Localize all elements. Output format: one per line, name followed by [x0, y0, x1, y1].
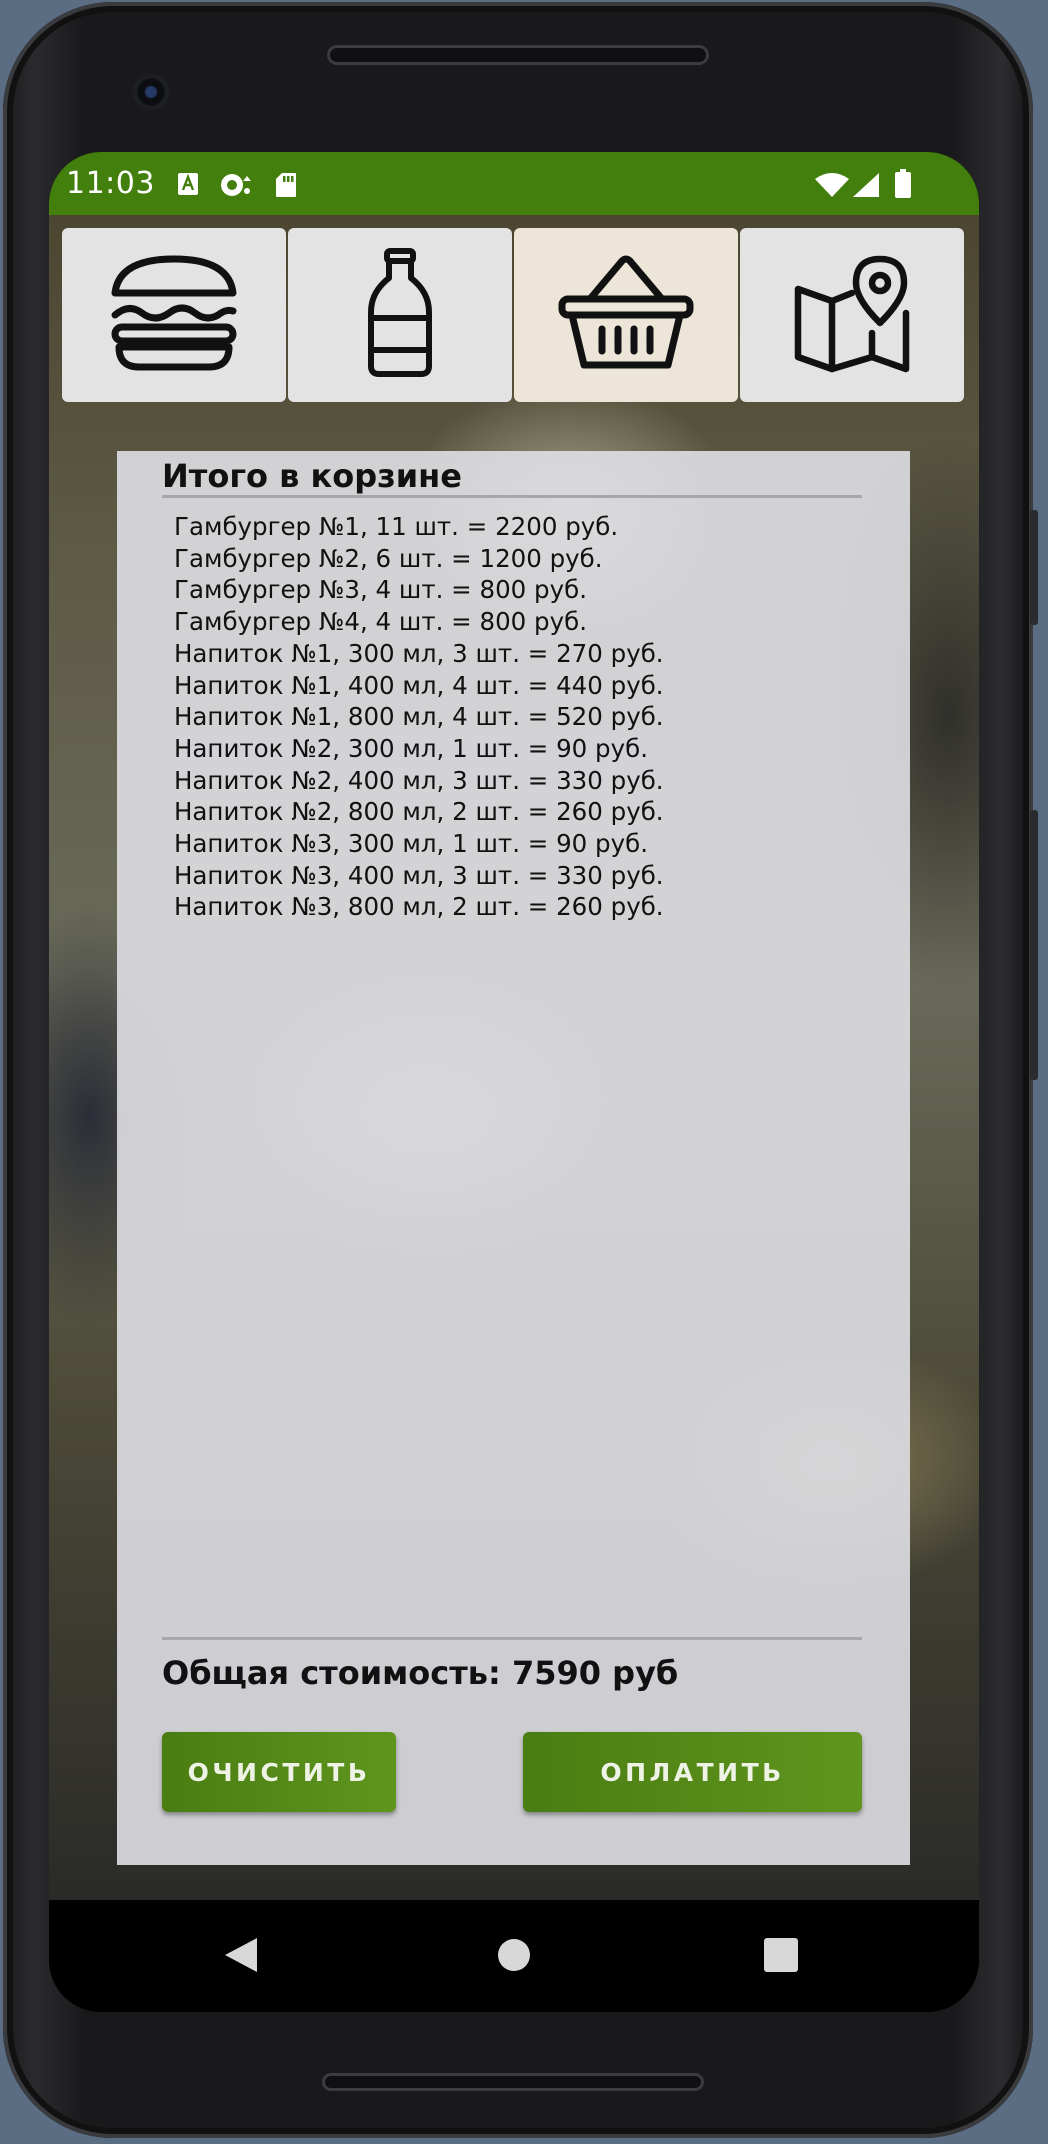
recents-icon[interactable]	[763, 1936, 799, 1978]
total-cost: Общая стоимость: 7590 руб	[162, 1654, 679, 1692]
burger-icon	[109, 253, 239, 377]
volume-button	[1030, 810, 1038, 1080]
wifi-icon	[814, 172, 850, 202]
bottle-icon	[365, 248, 435, 382]
cart-item: Напиток №3, 400 мл, 3 шт. = 330 руб.	[174, 860, 664, 890]
a-notification-icon	[177, 172, 199, 200]
cart-item: Напиток №2, 800 мл, 2 шт. = 260 руб.	[174, 797, 664, 827]
cart-item: Гамбургер №2, 6 шт. = 1200 руб.	[174, 543, 603, 573]
cart-item: Гамбургер №1, 11 шт. = 2200 руб.	[174, 512, 619, 541]
back-icon[interactable]	[223, 1936, 259, 1978]
earpiece-speaker	[327, 45, 709, 65]
basket-icon	[556, 253, 696, 377]
battery-icon	[894, 169, 912, 203]
tab-drinks[interactable]	[288, 228, 512, 402]
pay-button[interactable]: ОПЛАТИТЬ	[523, 1732, 862, 1812]
bottom-speaker	[322, 2073, 704, 2091]
total-divider	[162, 1637, 862, 1640]
sync-notification-icon	[219, 172, 253, 202]
tab-cart[interactable]	[514, 228, 738, 402]
title-divider	[162, 495, 862, 498]
tab-burgers[interactable]	[62, 228, 286, 402]
status-bar: 11:03	[49, 152, 979, 215]
sd-card-icon	[275, 172, 297, 202]
cart-item: Напиток №1, 800 мл, 4 шт. = 520 руб.	[174, 702, 664, 732]
cart-panel: Итого в корзине Гамбургер №1, 11 шт. = 2…	[117, 451, 910, 1865]
clear-button[interactable]: ОЧИСТИТЬ	[162, 1732, 396, 1812]
status-time: 11:03	[66, 166, 155, 201]
cart-item: Напиток №3, 300 мл, 1 шт. = 90 руб.	[174, 829, 649, 859]
tab-map[interactable]	[740, 228, 964, 402]
cart-items-list: Гамбургер №1, 11 шт. = 2200 руб. Гамбург…	[174, 511, 854, 923]
navigation-bar	[49, 1900, 979, 2012]
cart-item: Напиток №2, 400 мл, 3 шт. = 330 руб.	[174, 765, 664, 795]
power-button	[1030, 510, 1038, 625]
content-area: Итого в корзине Гамбургер №1, 11 шт. = 2…	[49, 215, 979, 1900]
home-icon[interactable]	[497, 1936, 531, 1978]
cart-item: Напиток №1, 400 мл, 4 шт. = 440 руб.	[174, 670, 664, 700]
cart-item: Гамбургер №3, 4 шт. = 800 руб.	[174, 575, 587, 605]
cart-item: Напиток №1, 300 мл, 3 шт. = 270 руб.	[174, 638, 664, 668]
cart-item: Напиток №2, 300 мл, 1 шт. = 90 руб.	[174, 733, 649, 763]
cart-item: Напиток №3, 800 мл, 2 шт. = 260 руб.	[174, 892, 664, 922]
front-camera	[132, 73, 170, 111]
cell-signal-icon	[852, 172, 880, 202]
screen: 11:03 Итого в корзине Гамбургер №1, 11 ш…	[49, 152, 979, 2012]
cart-title: Итого в корзине	[162, 457, 462, 495]
map-pin-icon	[792, 253, 912, 377]
cart-item: Гамбургер №4, 4 шт. = 800 руб.	[174, 607, 587, 637]
